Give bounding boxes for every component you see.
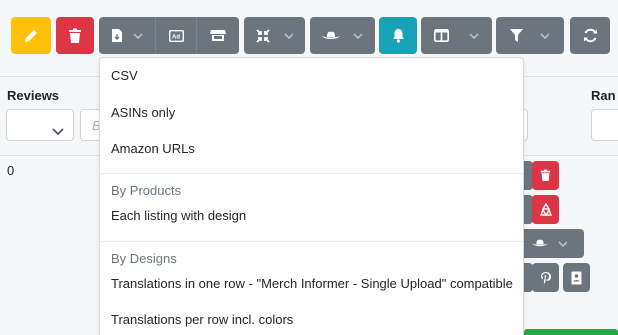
reviews-header: Reviews — [7, 88, 60, 103]
svg-text:Ad: Ad — [172, 34, 180, 40]
export-translations-per-row-item[interactable]: Translations per row incl. colors — [111, 312, 293, 327]
export-each-listing-item[interactable]: Each listing with design — [111, 208, 246, 223]
filter-icon — [510, 28, 523, 42]
row-delete-button[interactable] — [532, 161, 559, 190]
file-export-icon — [112, 29, 122, 42]
edit-button[interactable] — [11, 17, 51, 54]
rank-header: Ran — [591, 88, 616, 103]
by-products-header: By Products — [111, 183, 182, 198]
compress-dropdown-button[interactable] — [244, 17, 305, 54]
export-translations-one-row-item[interactable]: Translations in one row - "Merch Informe… — [111, 276, 513, 291]
reviews-value: 0 — [7, 163, 15, 178]
trash-icon — [540, 169, 551, 181]
chevron-down-icon — [284, 33, 294, 39]
dropdown-divider — [100, 173, 523, 174]
hat-dropdown-button[interactable] — [310, 17, 375, 54]
address-card-icon — [571, 271, 582, 284]
export-asins-item[interactable]: ASINs only — [111, 105, 175, 120]
export-amazon-urls-item[interactable]: Amazon URLs — [111, 141, 195, 156]
pinterest-icon — [540, 271, 551, 284]
refresh-button[interactable] — [570, 17, 610, 54]
dropdown-divider — [100, 241, 523, 242]
chevron-down-icon — [52, 122, 64, 140]
chevron-down-icon — [469, 33, 479, 39]
export-dropdown-toggle[interactable] — [99, 17, 155, 54]
cowboy-hat-icon — [532, 239, 548, 247]
cowboy-hat-icon — [322, 31, 340, 39]
delete-button[interactable] — [56, 17, 94, 54]
columns-icon — [434, 29, 449, 42]
export-csv-item[interactable]: CSV — [111, 68, 138, 83]
pencil-icon — [25, 29, 37, 42]
export-button-group: Ad — [99, 17, 239, 54]
ad-icon: Ad — [168, 29, 184, 42]
chevron-down-icon — [540, 33, 550, 39]
columns-dropdown-button[interactable] — [421, 17, 492, 54]
trash-icon — [69, 28, 81, 43]
ad-button[interactable]: Ad — [156, 17, 196, 54]
by-designs-header: By Designs — [111, 251, 177, 266]
row-recycle-button[interactable] — [532, 195, 559, 224]
chevron-down-icon — [353, 33, 363, 39]
reviews-filter-select[interactable] — [6, 109, 74, 141]
recycle-icon — [539, 202, 552, 216]
rank-filter-input[interactable] — [591, 109, 618, 141]
filter-dropdown-button[interactable] — [496, 17, 564, 54]
chevron-down-icon — [133, 33, 143, 39]
store-button[interactable] — [197, 17, 239, 54]
notifications-button[interactable] — [379, 17, 417, 54]
store-icon — [210, 30, 226, 41]
bell-icon — [392, 29, 404, 43]
chevron-down-icon — [558, 241, 568, 247]
row-pinterest-button[interactable] — [532, 263, 559, 292]
compress-icon — [255, 28, 270, 43]
export-dropdown-menu: CSV ASINs only Amazon URLs By Products E… — [99, 57, 524, 335]
sync-icon — [583, 28, 597, 43]
success-bar — [524, 329, 618, 335]
row-contact-button[interactable] — [563, 263, 590, 292]
